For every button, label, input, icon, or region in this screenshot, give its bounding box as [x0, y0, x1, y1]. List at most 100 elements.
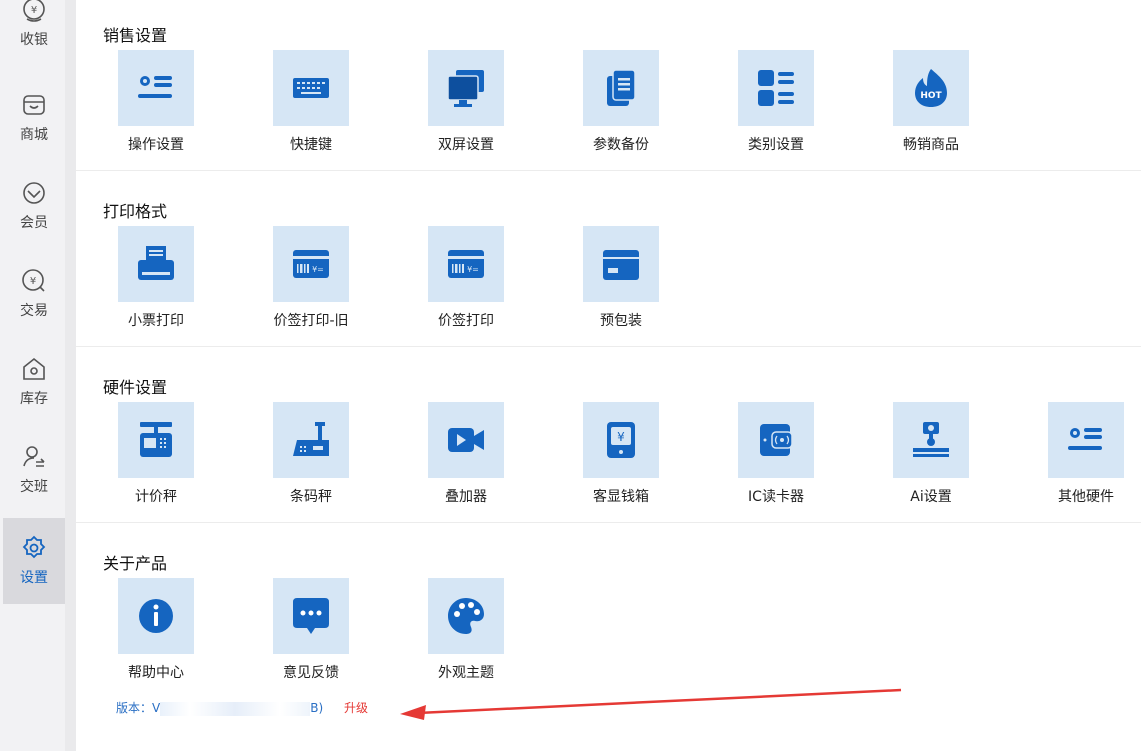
settings-panel: 销售设置 操作设置 快捷键 双屏设置 参数备份 类别设置 HOT 畅销商品 打印…	[76, 0, 1141, 751]
sidebar-item-inventory[interactable]: 库存	[3, 339, 65, 425]
keyboard-icon	[273, 50, 349, 126]
sidebar-item-store[interactable]: 商城	[3, 75, 65, 161]
tile-label: 双屏设置	[438, 137, 494, 153]
tile-label: 畅销商品	[903, 137, 959, 153]
tile-label: 帮助中心	[128, 665, 184, 681]
tile-label: IC读卡器	[748, 489, 804, 505]
sidebar-item-label: 交易	[20, 303, 48, 319]
dual-screen-icon	[428, 50, 504, 126]
tile-parameter-backup[interactable]: 参数备份	[561, 50, 681, 160]
tile-label: 其他硬件	[1058, 489, 1114, 505]
svg-text:¥=: ¥=	[312, 265, 324, 274]
svg-text:¥=: ¥=	[467, 265, 479, 274]
feedback-icon	[273, 578, 349, 654]
section-divider	[76, 346, 1141, 347]
tile-bestsellers[interactable]: HOT 畅销商品	[871, 50, 991, 160]
info-icon	[118, 578, 194, 654]
other-hardware-icon	[1048, 402, 1124, 478]
tile-label: 意见反馈	[283, 665, 339, 681]
tile-label: 快捷键	[290, 137, 332, 153]
version-redacted	[160, 701, 311, 716]
ai-scale-icon	[893, 402, 969, 478]
price-tag-icon: ¥=	[273, 226, 349, 302]
section-title: 销售设置	[103, 26, 168, 45]
tile-label: 计价秤	[135, 489, 177, 505]
hot-badge: HOT	[920, 91, 942, 101]
version-suffix: B)	[310, 701, 324, 715]
svg-text:¥: ¥	[30, 276, 36, 287]
tile-label: 预包装	[600, 313, 642, 329]
tile-label: 价签打印	[438, 313, 494, 329]
svg-text:¥: ¥	[617, 430, 625, 444]
tile-feedback[interactable]: 意见反馈	[251, 578, 371, 688]
version-label: 版本：V	[116, 701, 161, 715]
tile-barcode-scale[interactable]: 条码秤	[251, 402, 371, 512]
tile-label: 条码秤	[290, 489, 332, 505]
tile-label: 外观主题	[438, 665, 494, 681]
inventory-icon	[21, 356, 47, 382]
tile-dual-screen[interactable]: 双屏设置	[406, 50, 526, 160]
tile-label: 客显钱箱	[593, 489, 649, 505]
annotation-arrow-icon	[400, 688, 902, 720]
price-tag-icon: ¥=	[428, 226, 504, 302]
sidebar-item-shift[interactable]: 交班	[3, 427, 65, 513]
hot-icon: HOT	[893, 50, 969, 126]
operation-settings-icon	[118, 50, 194, 126]
sidebar-item-transaction[interactable]: ¥ 交易	[3, 251, 65, 337]
video-overlay-icon	[428, 402, 504, 478]
tile-label: 操作设置	[128, 137, 184, 153]
section-title: 关于产品	[103, 554, 168, 573]
tile-pricing-scale[interactable]: 计价秤	[96, 402, 216, 512]
settings-icon	[21, 535, 47, 561]
section-title: 打印格式	[103, 202, 168, 221]
sidebar-item-label: 设置	[20, 570, 48, 586]
sidebar-item-label: 会员	[20, 215, 48, 231]
section-divider	[76, 522, 1141, 523]
tile-label: 小票打印	[128, 313, 184, 329]
package-icon	[583, 226, 659, 302]
tile-prepackage[interactable]: 预包装	[561, 226, 681, 336]
tile-category-settings[interactable]: 类别设置	[716, 50, 836, 160]
tile-price-tag-print-old[interactable]: ¥= 价签打印-旧	[251, 226, 371, 336]
sidebar-item-label: 收银	[20, 32, 48, 48]
sidebar-item-label: 库存	[20, 391, 48, 407]
version-text: 版本：V B)	[116, 699, 323, 716]
sidebar-item-label: 交班	[20, 479, 48, 495]
pricing-scale-icon	[118, 402, 194, 478]
backup-icon	[583, 50, 659, 126]
tile-cash-drawer[interactable]: ¥ 客显钱箱	[561, 402, 681, 512]
upgrade-link[interactable]: 升级	[344, 699, 368, 716]
sidebar-item-label: 商城	[20, 127, 48, 143]
tile-help-center[interactable]: 帮助中心	[96, 578, 216, 688]
tile-appearance-theme[interactable]: 外观主题	[406, 578, 526, 688]
category-icon	[738, 50, 814, 126]
cashier-icon: ¥	[21, 0, 47, 23]
section-divider	[76, 170, 1141, 171]
card-reader-icon	[738, 402, 814, 478]
tile-video-overlay[interactable]: 叠加器	[406, 402, 526, 512]
tile-shortcut-keys[interactable]: 快捷键	[251, 50, 371, 160]
sidebar-item-settings[interactable]: 设置	[3, 518, 65, 604]
cash-drawer-icon: ¥	[583, 402, 659, 478]
tile-ai-settings[interactable]: Ai设置	[871, 402, 991, 512]
member-icon	[21, 180, 47, 206]
tile-other-hardware[interactable]: 其他硬件	[1026, 402, 1141, 512]
tile-receipt-print[interactable]: 小票打印	[96, 226, 216, 336]
tile-ic-card-reader[interactable]: IC读卡器	[716, 402, 836, 512]
sidebar-item-cashier[interactable]: ¥ 收银	[3, 0, 65, 66]
tile-operation-settings[interactable]: 操作设置	[96, 50, 216, 160]
sidebar-item-member[interactable]: 会员	[3, 163, 65, 249]
sidebar: ¥ 收银 商城 会员 ¥ 交易 库存 交班 设置	[0, 0, 65, 751]
transaction-icon: ¥	[21, 268, 47, 294]
tile-label: 价签打印-旧	[273, 313, 349, 329]
shift-handover-icon	[21, 444, 47, 470]
barcode-scale-icon	[273, 402, 349, 478]
tile-label: 类别设置	[748, 137, 804, 153]
tile-price-tag-print[interactable]: ¥= 价签打印	[406, 226, 526, 336]
tile-label: Ai设置	[910, 489, 952, 505]
palette-icon	[428, 578, 504, 654]
section-title: 硬件设置	[103, 378, 168, 397]
sidebar-divider	[65, 0, 76, 751]
store-icon	[21, 92, 47, 118]
svg-text:¥: ¥	[31, 5, 37, 16]
